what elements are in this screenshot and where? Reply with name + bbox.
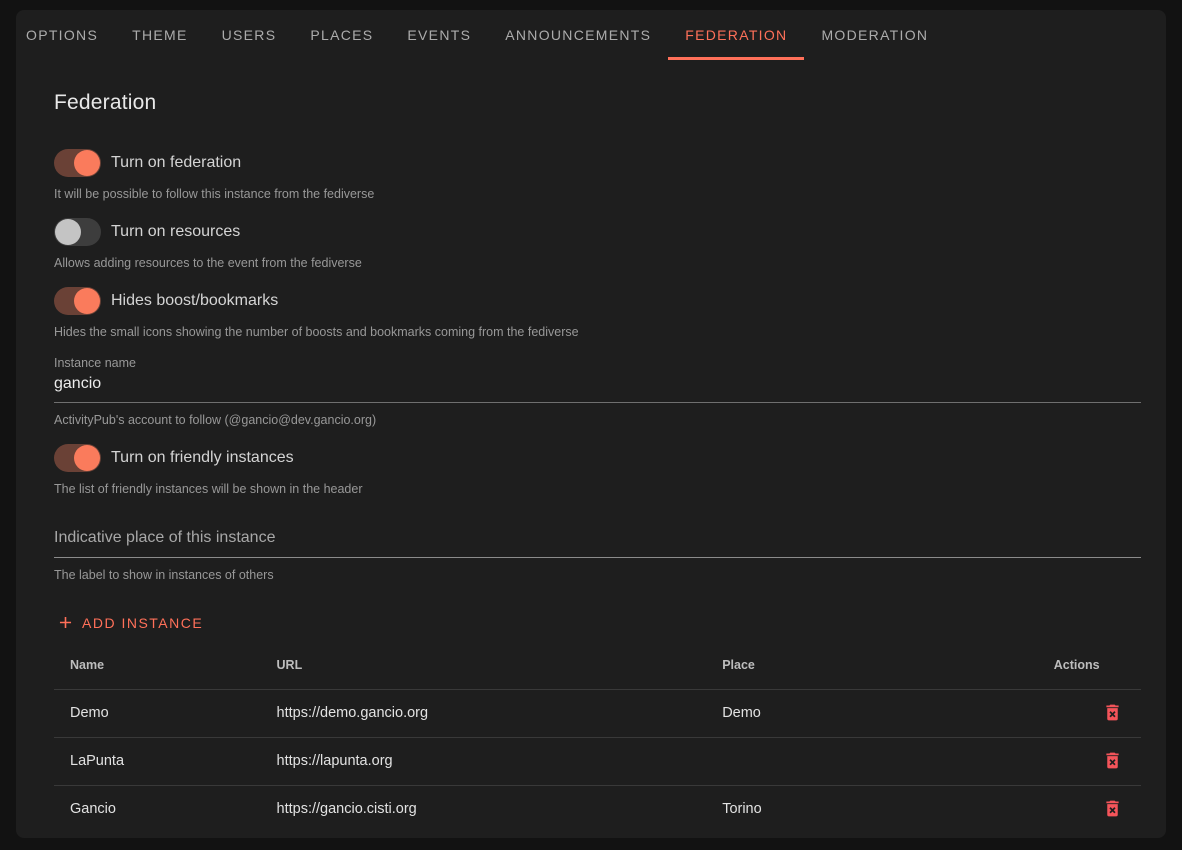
delete-instance-button[interactable]: [1100, 748, 1125, 773]
tab-places[interactable]: Places: [293, 10, 390, 60]
column-header-actions: Actions: [1038, 641, 1141, 689]
toggle-knob: [74, 445, 100, 471]
table-row: Demo https://demo.gancio.org Demo: [54, 689, 1141, 737]
trash-delete-icon: [1102, 759, 1123, 774]
table-header-row: Name URL Place Actions: [54, 641, 1141, 689]
add-instance-button[interactable]: ADD INSTANCE: [54, 609, 205, 636]
column-header-place: Place: [706, 641, 1038, 689]
resources-toggle-hint: Allows adding resources to the event fro…: [54, 255, 1141, 271]
hide-boosts-toggle-label: Hides boost/bookmarks: [111, 292, 278, 310]
federation-toggle-hint: It will be possible to follow this insta…: [54, 186, 1141, 202]
instance-name-cell: LaPunta: [54, 737, 261, 785]
delete-instance-button[interactable]: [1100, 796, 1125, 821]
hide-boosts-toggle-hint: Hides the small icons showing the number…: [54, 324, 1141, 340]
admin-tab-bar: Options Theme Users Places Events Announ…: [16, 10, 1166, 60]
instances-table: Name URL Place Actions Demo https://demo…: [54, 641, 1141, 833]
instance-name-cell: Gancio: [54, 785, 261, 833]
trash-delete-icon: [1102, 807, 1123, 822]
toggle-knob: [55, 219, 81, 245]
instance-name-input[interactable]: [54, 370, 1141, 403]
tab-federation[interactable]: Federation: [668, 10, 804, 60]
table-row: Gancio https://gancio.cisti.org Torino: [54, 785, 1141, 833]
federation-toggle[interactable]: [54, 149, 101, 177]
tab-announcements[interactable]: Announcements: [488, 10, 668, 60]
tab-moderation[interactable]: Moderation: [804, 10, 945, 60]
indicative-place-input[interactable]: [54, 527, 1141, 558]
tab-options[interactable]: Options: [16, 10, 115, 60]
instance-name-label: Instance name: [54, 356, 1141, 370]
tab-events[interactable]: Events: [390, 10, 488, 60]
column-header-name: Name: [54, 641, 261, 689]
federation-toggle-label: Turn on federation: [111, 154, 241, 172]
resources-toggle-label: Turn on resources: [111, 223, 240, 241]
admin-settings-card: Options Theme Users Places Events Announ…: [16, 10, 1166, 838]
page-title: Federation: [54, 91, 1141, 115]
friendly-instances-toggle-label: Turn on friendly instances: [111, 449, 294, 467]
plus-icon: [56, 613, 75, 632]
instance-url-cell: https://lapunta.org: [261, 737, 707, 785]
friendly-instances-toggle[interactable]: [54, 444, 101, 472]
friendly-instances-toggle-hint: The list of friendly instances will be s…: [54, 481, 1141, 497]
trash-delete-icon: [1102, 711, 1123, 726]
instance-place-cell: [706, 737, 1038, 785]
hide-boosts-toggle[interactable]: [54, 287, 101, 315]
toggle-knob: [74, 150, 100, 176]
instance-place-cell: Torino: [706, 785, 1038, 833]
instance-name-cell: Demo: [54, 689, 261, 737]
tab-users[interactable]: Users: [205, 10, 294, 60]
toggle-knob: [74, 288, 100, 314]
instance-name-hint: ActivityPub's account to follow (@gancio…: [54, 412, 1141, 428]
table-row: LaPunta https://lapunta.org: [54, 737, 1141, 785]
instance-url-cell: https://gancio.cisti.org: [261, 785, 707, 833]
instance-place-cell: Demo: [706, 689, 1038, 737]
tab-theme[interactable]: Theme: [115, 10, 205, 60]
instance-url-cell: https://demo.gancio.org: [261, 689, 707, 737]
resources-toggle[interactable]: [54, 218, 101, 246]
indicative-place-hint: The label to show in instances of others: [54, 567, 1141, 583]
delete-instance-button[interactable]: [1100, 700, 1125, 725]
column-header-url: URL: [261, 641, 707, 689]
add-instance-button-label: ADD INSTANCE: [82, 615, 203, 631]
